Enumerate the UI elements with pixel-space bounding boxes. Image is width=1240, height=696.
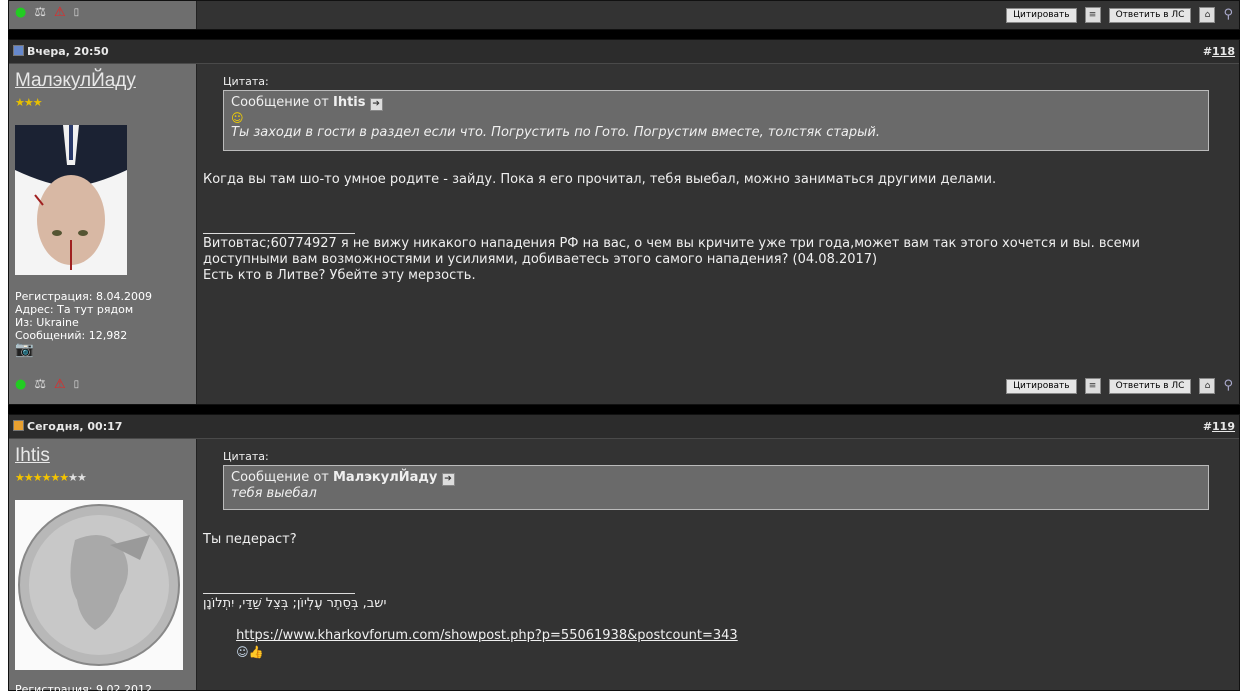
reputation-scale-icon[interactable]: ⚖ (34, 5, 46, 21)
user-profile-icon[interactable]: ⚲ (1223, 7, 1233, 23)
quote-button[interactable]: Цитировать (1006, 7, 1077, 23)
post-date-text: Вчера, 20:50 (27, 45, 109, 58)
avatar (15, 500, 183, 670)
post-number: #118 (1203, 40, 1235, 63)
avatar-image (15, 500, 183, 670)
user-icons: ● ⚖ ⚠ ▯ (15, 377, 79, 393)
post-actions: Цитировать ≡ Ответить в ЛС ⌂ ⚲ (1006, 7, 1233, 23)
avatar (15, 125, 127, 275)
quote-prefix: Сообщение от (231, 95, 329, 110)
quote-label: Цитата: (223, 75, 269, 88)
user-rank-stars: ★★★★★★★★ (15, 471, 87, 484)
report-warning-icon[interactable]: ⚠ (54, 5, 66, 21)
quote-box: Сообщение от МалэкулЙаду ➔ тебя выебал (223, 465, 1209, 510)
view-post-icon[interactable]: ➔ (441, 473, 455, 486)
home-icon[interactable]: ⌂ (1199, 7, 1216, 23)
signature-hebrew: ישב, בְּסֵתֶר עֶלְיוֹן; בְּצֵל שַׁדַּי, … (203, 596, 387, 611)
post-content: Цитата: Сообщение от Ihtis ➔ ☺ Ты заходи… (203, 64, 1239, 404)
quote-author: Ihtis (333, 95, 366, 110)
stars-off: ★★ (68, 471, 87, 484)
user-icons: ● ⚖ ⚠ ▯ (15, 5, 79, 21)
post-user-panel: МалэкулЙаду ★★★ Регистрация: 8.04.2009 А (9, 64, 197, 404)
camera-icon[interactable]: 📷 (15, 341, 34, 357)
forum-thread: ● ⚖ ⚠ ▯ Цитировать ≡ Ответить в ЛС ⌂ ⚲ В… (8, 0, 1240, 696)
post-number-prefix: # (1202, 45, 1213, 58)
ip-icon: ▯ (73, 7, 80, 18)
post-number-link[interactable]: 118 (1212, 45, 1235, 58)
reputation-scale-icon[interactable]: ⚖ (34, 377, 46, 393)
signature-divider (203, 593, 355, 594)
quote-author: МалэкулЙаду (333, 470, 438, 485)
smiley-thumbs-up-icon: ☺👍 (236, 645, 264, 659)
quote-header: Сообщение от Ihtis ➔ (231, 95, 1201, 111)
post-119: Сегодня, 00:17 #119 Ihtis ★★★★★★★★ Регис… (8, 414, 1240, 696)
post-date: Вчера, 20:50 (13, 40, 109, 63)
message-text: Ты педераст? (203, 532, 297, 547)
online-status-icon: ● (15, 5, 27, 20)
reply-pm-button[interactable]: Ответить в ЛС (1108, 378, 1192, 394)
smiley-icon: ☺ (231, 111, 244, 125)
reply-pm-button[interactable]: Ответить в ЛС (1108, 7, 1192, 23)
user-post-count: Сообщений: 12,982 (15, 329, 128, 342)
online-status-icon: ● (15, 377, 27, 392)
ip-icon: ▯ (73, 379, 80, 390)
post-read-icon (13, 45, 24, 56)
signature-link-row: https://www.kharkovforum.com/showpost.ph… (203, 612, 738, 677)
signature-text: Витовтас;60774927 я не вижу никакого нап… (203, 236, 1140, 283)
user-rank-stars: ★★★ (15, 96, 43, 109)
multiquote-icon[interactable]: ≡ (1084, 7, 1101, 23)
post-new-icon (13, 420, 24, 431)
quote-text: тебя выебал (231, 486, 317, 501)
username-link[interactable]: МалэкулЙаду (15, 70, 136, 92)
post-partial-top: ● ⚖ ⚠ ▯ Цитировать ≡ Ответить в ЛС ⌂ ⚲ (8, 0, 1240, 30)
post-number-prefix: # (1202, 420, 1213, 433)
stars-on: ★★★ (15, 96, 43, 109)
quote-button[interactable]: Цитировать (1006, 378, 1077, 394)
avatar-image (15, 125, 127, 275)
quote-text: Ты заходи в гости в раздел если что. Пог… (231, 125, 880, 140)
signature-link[interactable]: https://www.kharkovforum.com/showpost.ph… (236, 628, 738, 643)
quote-header: Сообщение от МалэкулЙаду ➔ (231, 470, 1201, 486)
home-icon[interactable]: ⌂ (1199, 378, 1216, 394)
view-post-icon[interactable]: ➔ (369, 98, 383, 111)
user-registered: Регистрация: 8.04.2009 (15, 290, 152, 303)
post-actions: Цитировать ≡ Ответить в ЛС ⌂ ⚲ (1006, 378, 1233, 394)
post-118: Вчера, 20:50 #118 МалэкулЙаду ★★★ Регист… (8, 39, 1240, 405)
quote-label: Цитата: (223, 450, 269, 463)
username-link[interactable]: Ihtis (15, 445, 50, 467)
post-header: Вчера, 20:50 #118 (9, 40, 1239, 64)
multiquote-icon[interactable]: ≡ (1084, 378, 1101, 394)
post-user-panel: ● ⚖ ⚠ ▯ (9, 1, 197, 29)
post-date: Сегодня, 00:17 (13, 415, 122, 438)
stars-on: ★★★★★★ (15, 471, 69, 484)
post-user-panel: Ihtis ★★★★★★★★ Регистрация: 9.02.2012 (9, 439, 197, 696)
post-content: Цитата: Сообщение от МалэкулЙаду ➔ тебя … (203, 439, 1239, 690)
post-number: #119 (1203, 415, 1235, 438)
quote-box: Сообщение от Ihtis ➔ ☺ Ты заходи в гости… (223, 90, 1209, 151)
user-from: Из: Ukraine (15, 316, 79, 329)
post-date-text: Сегодня, 00:17 (27, 420, 123, 433)
report-warning-icon[interactable]: ⚠ (54, 377, 66, 393)
post-header: Сегодня, 00:17 #119 (9, 415, 1239, 439)
user-info: Регистрация: 9.02.2012 (15, 683, 152, 696)
user-address: Адрес: Та тут рядом (15, 303, 134, 316)
signature-divider (203, 233, 355, 234)
post-number-link[interactable]: 119 (1212, 420, 1235, 433)
message-text: Когда вы там шо-то умное родите - зайду.… (203, 172, 997, 187)
quote-prefix: Сообщение от (231, 470, 329, 485)
user-registered: Регистрация: 9.02.2012 (15, 683, 152, 696)
user-info: Регистрация: 8.04.2009 Адрес: Та тут ряд… (15, 290, 152, 342)
user-profile-icon[interactable]: ⚲ (1223, 378, 1233, 394)
